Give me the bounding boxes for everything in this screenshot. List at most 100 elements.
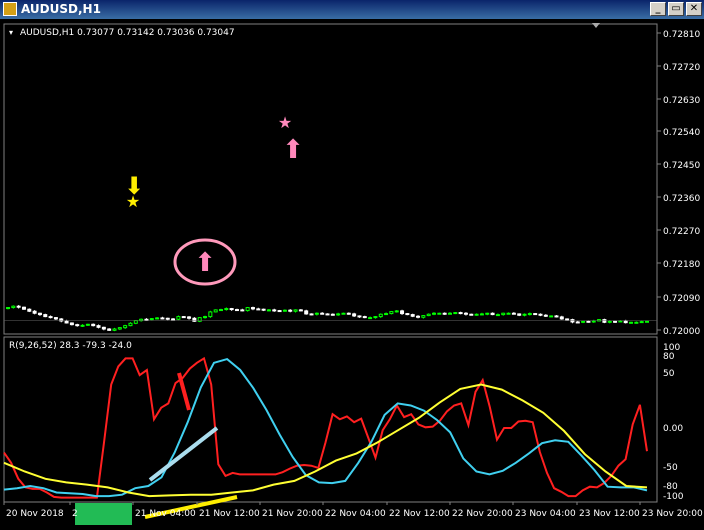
candle-body [559, 316, 564, 320]
candle [160, 316, 165, 320]
candle-body [288, 309, 293, 312]
candle-body [208, 311, 213, 318]
candle-body [107, 328, 112, 331]
price-panel[interactable] [3, 23, 658, 335]
candle [629, 321, 634, 324]
candle [453, 311, 458, 315]
candle-body [432, 312, 436, 315]
candle-body [6, 307, 10, 310]
candle [490, 312, 495, 316]
candle [75, 323, 80, 327]
candle-body [69, 322, 74, 326]
candle-body [405, 313, 410, 316]
candle-body [48, 316, 53, 319]
candle-body [378, 313, 383, 318]
candle-body [330, 313, 335, 316]
candle-body [37, 312, 42, 316]
price-axis-label: 0.72450 [663, 161, 700, 171]
candle [282, 309, 287, 312]
candle [261, 308, 266, 312]
candle-body [304, 310, 309, 315]
candle-body [75, 324, 80, 327]
candle [224, 307, 229, 311]
price-axis-label: 0.72270 [663, 227, 700, 237]
candle [346, 312, 351, 315]
candle [421, 314, 426, 319]
candle [352, 312, 357, 317]
candle-body [586, 320, 591, 323]
candle [442, 312, 447, 315]
candle [123, 324, 128, 329]
candle [511, 312, 516, 315]
candle [165, 317, 170, 321]
price-axis-label: 0.72720 [663, 63, 700, 73]
candle [234, 308, 239, 312]
candle-body [346, 312, 351, 315]
candle [591, 319, 596, 323]
candle-body [320, 312, 325, 315]
candle-body [325, 313, 330, 316]
candle [245, 306, 250, 312]
candle [176, 315, 181, 321]
candle [405, 312, 410, 316]
candle-body [522, 313, 527, 316]
candle [48, 315, 53, 319]
candle [469, 313, 474, 316]
candle-body [91, 323, 96, 327]
candle [250, 306, 255, 311]
candle-body [453, 312, 458, 315]
candle [597, 319, 602, 322]
chart-canvas[interactable]: ⬇★★⬆⬆ 0.728100.727200.726300.725400.7245… [0, 0, 704, 530]
price-axis-label: 0.72810 [663, 30, 700, 40]
candle-body [554, 315, 559, 318]
time-axis-label: 2 [72, 509, 78, 519]
candle-body [527, 313, 532, 316]
candle [479, 312, 484, 316]
candle [602, 318, 607, 324]
candle [240, 308, 245, 312]
candle-body [181, 316, 186, 319]
candle [266, 309, 271, 312]
candle [384, 312, 389, 316]
candle [522, 313, 527, 317]
candle [485, 312, 490, 316]
candle-body [506, 312, 511, 315]
candle [149, 318, 154, 321]
candle [410, 313, 415, 318]
candle [554, 315, 559, 318]
candle [426, 313, 431, 317]
candle [256, 307, 261, 311]
candle-body [64, 320, 69, 324]
candle-body [474, 313, 479, 316]
candle [527, 312, 532, 316]
candle-body [623, 320, 628, 324]
candle [645, 320, 649, 323]
price-axis-label: 0.72540 [663, 128, 700, 138]
candle-body [11, 305, 16, 309]
candle-body [421, 315, 426, 318]
candle [11, 305, 16, 309]
indicator-axis-label: 50 [663, 369, 675, 379]
candle-body [293, 309, 298, 312]
chart-shift-marker[interactable] [592, 23, 600, 28]
candle [37, 312, 42, 316]
price-panel-caret: ▾ [9, 28, 13, 37]
candle-body [314, 312, 319, 315]
candle-body [272, 309, 277, 312]
time-axis-label: 21 Nov 20:00 [262, 509, 323, 519]
price-axis-label: 0.72000 [663, 327, 700, 337]
candle-body [602, 319, 607, 323]
pink-up-arrow-icon: ⬆ [194, 248, 216, 278]
candle-body [517, 313, 522, 316]
time-axis-label: 22 Nov 04:00 [325, 509, 386, 519]
candle-body [447, 312, 452, 315]
candle-body [458, 312, 463, 315]
candle-body [112, 328, 117, 331]
candle [197, 316, 202, 323]
candle [43, 313, 48, 318]
candle-body [645, 320, 649, 323]
candle [533, 312, 538, 316]
candle [368, 316, 373, 320]
candle [389, 310, 394, 315]
candle [288, 309, 293, 313]
